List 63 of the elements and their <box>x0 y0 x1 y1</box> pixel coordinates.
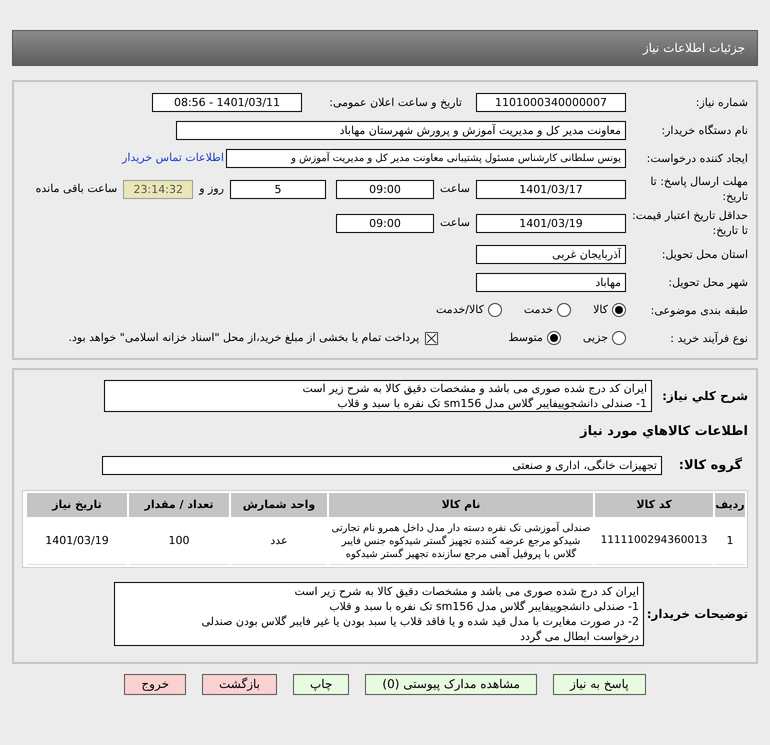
field-label: شماره نیاز: <box>694 94 748 110</box>
column-header: واحد شمارش <box>231 492 327 516</box>
text-line: ایران کد درج شده صوری می باشد و مشخصات دقیق کالا به شرح زیر است <box>294 584 639 598</box>
text-field[interactable]: معاونت مدیر کل و مدیریت آموزش و پرورش شهرستان مهاباد <box>176 120 626 140</box>
column-header: نام کالا <box>329 492 593 516</box>
field-label: شهر محل تحویل: <box>667 274 748 290</box>
page-title: جزئیات اطلاعات نیاز <box>642 40 745 57</box>
countdown-timer: 23:14:32 <box>123 180 194 198</box>
field-label: نام دستگاه خریدار: <box>660 122 748 138</box>
field-label: نوع فرآیند خرید : <box>669 330 748 346</box>
text-field[interactable]: 09:00 <box>336 214 434 232</box>
field-label: گروه کالا: <box>678 456 742 475</box>
contact-link[interactable]: اطلاعات تماس خریدار <box>122 150 224 166</box>
field-label: ساعت <box>439 180 471 197</box>
text-field[interactable]: 1101000340000007 <box>476 92 626 112</box>
text-line: ایران کد درج شده صوری می باشد و مشخصات دقیق کالا به شرح زیر است <box>302 381 647 396</box>
field-label: تاریخ و ساعت اعلان عمومی: <box>328 94 462 110</box>
payment-note: پرداخت تمام یا بخشی از مبلغ خرید،از محل "اسناد خزانه اسلامی" خواهد بود. <box>68 330 420 346</box>
text-line: 2- در صورت مغایرت با مدل قید شده و یا فاقد قلاب یا سبد بودن یا غیر فایبر گلاس بودن صندلی <box>200 614 639 628</box>
field-label: روز و <box>198 180 225 197</box>
text-line: 1- صندلی دانشجوییفایبر گلاس مدل sm156 تک نفره با سبد و قلاب <box>328 598 639 614</box>
field-label: ایجاد کننده درخواست: <box>646 150 748 166</box>
text-line: درخواست ابطال می گردد <box>519 628 639 644</box>
field-label: شرح کلي نياز: <box>661 388 748 405</box>
text-field[interactable]: 1401/03/17 <box>476 180 626 198</box>
column-header: ردیف <box>715 492 745 516</box>
table-cell: صندلی آموزشی تک نفره دسته دار مدل داخل همرو نام تجارتی شیدکو مرجع عرضه کننده تجهیز گستر شیدکوه جنس فایبر گلاس با پروفیل آهنی مرجع سازنده تجهیز گستر شیدکوه <box>329 518 593 564</box>
option-label: کالا/خدمت <box>436 302 484 318</box>
option-label: متوسط <box>508 330 543 346</box>
field-label: توضیحات خریدار: <box>646 606 748 622</box>
column-header: تعداد / مقدار <box>129 492 229 516</box>
field-label: مهلت ارسال پاسخ: تا تاریخ: <box>649 174 748 204</box>
text-field[interactable]: تجهیزات خانگی، اداری و صنعتی <box>102 456 662 475</box>
radio-button[interactable] <box>488 303 502 317</box>
action-button[interactable]: بازگشت <box>202 674 277 694</box>
section-heading: اطلاعات کالاهاي مورد نياز <box>578 423 748 441</box>
action-button[interactable]: چاپ <box>293 674 350 694</box>
column-header: کد کالا <box>595 492 713 516</box>
field-label: ساعت باقی مانده <box>34 180 118 197</box>
option-label: کالا <box>593 302 608 318</box>
text-field[interactable]: 5 <box>230 180 326 198</box>
text-field[interactable]: 1401/03/11 - 08:56 <box>152 92 302 112</box>
text-line: 1- صندلی دانشجوییفایبر گلاس مدل sm156 تک نفره با سبد و قلاب <box>336 396 647 411</box>
option-label: جزیی <box>582 330 608 346</box>
field-label: استان محل تحویل: <box>660 246 748 262</box>
text-field[interactable]: 09:00 <box>336 180 434 198</box>
column-header: تاریخ نیاز <box>27 492 127 516</box>
radio-button[interactable] <box>557 303 572 317</box>
text-field[interactable]: مهاباد <box>476 272 626 292</box>
action-button[interactable]: مشاهده مدارک پیوستی (0) <box>365 674 537 694</box>
option-label: خدمت <box>524 302 554 318</box>
radio-button[interactable] <box>612 303 626 317</box>
text-field[interactable]: آذربایجان غربی <box>476 244 626 264</box>
field-label: طبقه بندی موضوعی: <box>650 302 748 318</box>
checkbox[interactable] <box>425 332 438 344</box>
radio-button[interactable] <box>546 331 561 345</box>
field-label: ساعت <box>439 214 471 231</box>
radio-button[interactable] <box>612 331 626 345</box>
field-label: حداقل تاریخ اعتبار قیمت: تا تاریخ: <box>631 208 748 238</box>
action-button[interactable]: پاسخ به نیاز <box>552 674 646 694</box>
text-field[interactable]: یونس سلطانی کارشناس مسئول پشتیبانی معاونت مدیر کل و مدیریت آموزش و <box>226 148 626 168</box>
text-field[interactable]: 1401/03/19 <box>476 214 626 232</box>
action-button[interactable]: خروج <box>124 674 186 694</box>
